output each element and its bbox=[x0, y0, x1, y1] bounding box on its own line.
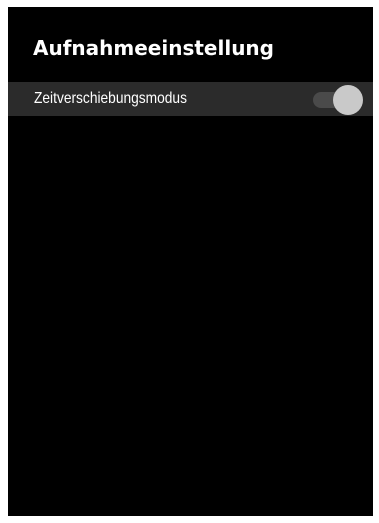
settings-screen: Aufnahmeeinstellung Zeitverschiebungsmod… bbox=[8, 7, 373, 516]
page-title: Aufnahmeeinstellung bbox=[33, 36, 274, 60]
setting-label: Zeitverschiebungsmodus bbox=[34, 90, 187, 107]
timeshift-mode-toggle[interactable] bbox=[313, 85, 365, 115]
toggle-knob bbox=[333, 85, 363, 115]
setting-row-timeshift-mode[interactable]: Zeitverschiebungsmodus bbox=[8, 82, 373, 116]
